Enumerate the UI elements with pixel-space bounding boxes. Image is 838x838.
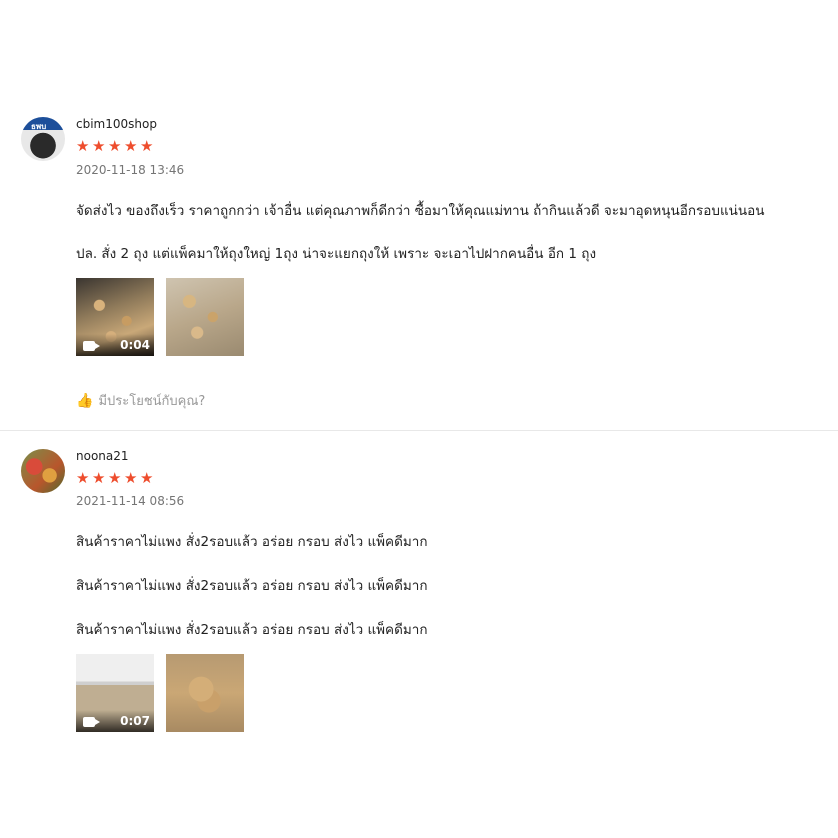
review-text: สินค้าราคาไม่แพง สั่ง2รอบแล้ว อร่อย กรอบ… <box>76 534 428 550</box>
avatar-text: ธพบ <box>31 122 47 131</box>
star-icon: ★ <box>124 137 138 155</box>
star-icon: ★ <box>76 469 90 487</box>
review-text: จัดส่งไว ของถึงเร็ว ราคาถูกกว่า เจ้าอื่น… <box>76 203 765 219</box>
rating-stars: ★ ★ ★ ★ ★ <box>76 470 154 486</box>
review-text: สินค้าราคาไม่แพง สั่ง2รอบแล้ว อร่อย กรอบ… <box>76 578 428 594</box>
review-image-thumbnail[interactable] <box>166 654 244 732</box>
star-icon: ★ <box>140 137 154 155</box>
star-icon: ★ <box>92 469 106 487</box>
video-duration: 0:04 <box>120 338 150 352</box>
star-icon: ★ <box>108 137 122 155</box>
star-icon: ★ <box>108 469 122 487</box>
video-camera-icon <box>83 717 100 727</box>
star-icon: ★ <box>92 137 106 155</box>
review-image-thumbnail[interactable] <box>166 278 244 356</box>
review-video-thumbnail[interactable]: 0:04 <box>76 278 154 356</box>
review-text: สินค้าราคาไม่แพง สั่ง2รอบแล้ว อร่อย กรอบ… <box>76 622 428 638</box>
avatar[interactable]: ธพบ <box>21 117 65 161</box>
username: cbim100shop <box>76 117 157 131</box>
helpful-button[interactable]: 👍 มีประโยชน์กับคุณ? <box>76 390 205 411</box>
review-divider <box>0 430 838 431</box>
review-video-thumbnail[interactable]: 0:07 <box>76 654 154 732</box>
review-date: 2020-11-18 13:46 <box>76 163 185 177</box>
username: noona21 <box>76 449 129 463</box>
review-text: ปล. สั่ง 2 ถุง แต่แพ็คมาให้ถุงใหญ่ 1ถุง … <box>76 246 597 262</box>
thumbs-up-icon: 👍 <box>76 392 94 409</box>
avatar[interactable] <box>21 449 65 493</box>
review-date: 2021-11-14 08:56 <box>76 494 185 508</box>
helpful-label: มีประโยชน์กับคุณ? <box>98 394 206 409</box>
video-camera-icon <box>83 341 100 351</box>
video-duration: 0:07 <box>120 714 150 728</box>
star-icon: ★ <box>76 137 90 155</box>
star-icon: ★ <box>140 469 154 487</box>
rating-stars: ★ ★ ★ ★ ★ <box>76 138 154 154</box>
star-icon: ★ <box>124 469 138 487</box>
